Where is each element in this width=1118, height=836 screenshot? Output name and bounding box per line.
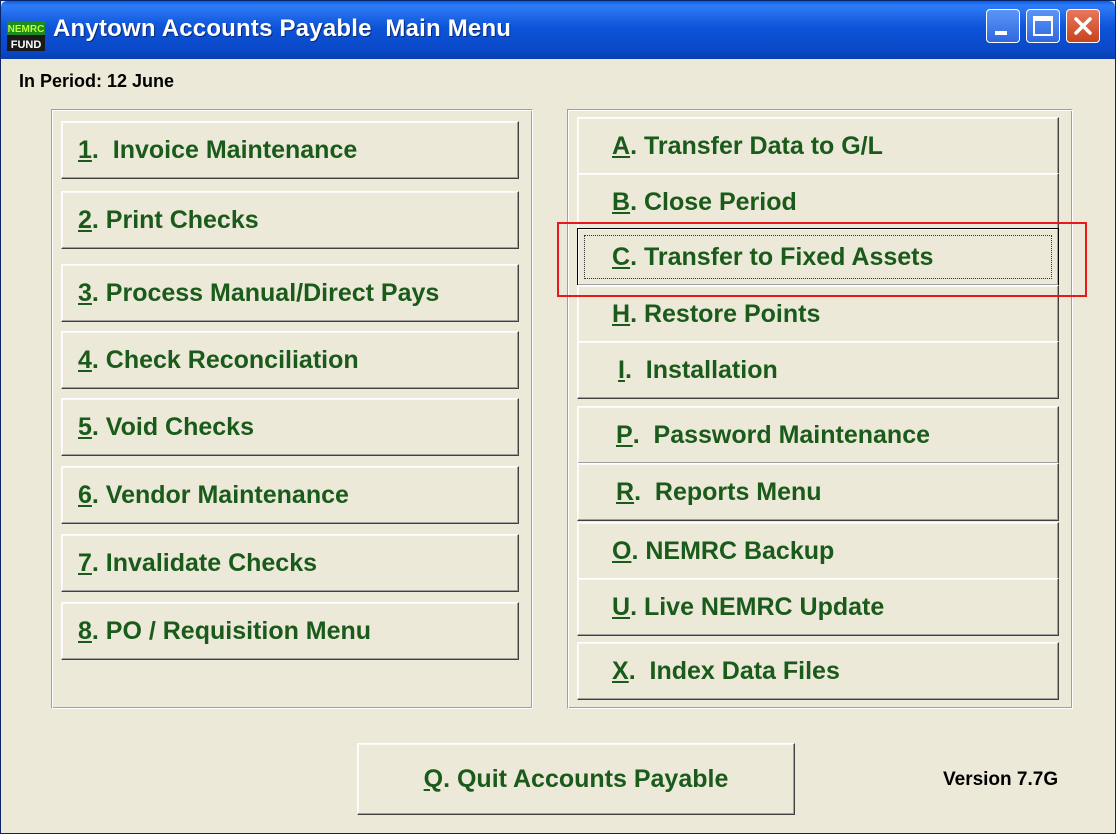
menu-button-void-checks[interactable]: 5. Void Checks	[61, 398, 519, 456]
menu-button-index-data-files[interactable]: X. Index Data Files	[577, 642, 1059, 700]
quit-accounts-payable-button[interactable]: Q. Quit Accounts Payable	[357, 743, 795, 815]
maximize-button[interactable]	[1026, 9, 1060, 43]
highlight-annotation-box	[557, 222, 1087, 297]
menu-button-po-requisition-menu[interactable]: 8. PO / Requisition Menu	[61, 602, 519, 660]
close-button[interactable]	[1066, 9, 1100, 43]
menu-button-vendor-maintenance[interactable]: 6. Vendor Maintenance	[61, 466, 519, 524]
title-bar[interactable]: NEMRC FUND Anytown Accounts Payable Main…	[1, 1, 1115, 59]
svg-text:NEMRC: NEMRC	[8, 24, 45, 35]
menu-button-live-nemrc-update[interactable]: U. Live NEMRC Update	[577, 578, 1059, 636]
main-menu-window: NEMRC FUND Anytown Accounts Payable Main…	[0, 0, 1116, 834]
menu-button-nemrc-backup[interactable]: O. NEMRC Backup	[577, 522, 1059, 580]
menu-button-print-checks[interactable]: 2. Print Checks	[61, 191, 519, 249]
period-label: In Period: 12 June	[19, 71, 175, 91]
close-icon	[1074, 17, 1092, 35]
window-title: Anytown Accounts Payable Main Menu	[53, 15, 512, 42]
menu-button-invoice-maintenance[interactable]: 1. Invoice Maintenance	[61, 121, 519, 179]
version-label: Version 7.7G	[943, 769, 1059, 790]
menu-button-check-reconciliation[interactable]: 4. Check Reconciliation	[61, 331, 519, 389]
menu-button-password-maintenance[interactable]: P. Password Maintenance	[577, 406, 1059, 464]
menu-button-invalidate-checks[interactable]: 7. Invalidate Checks	[61, 534, 519, 592]
minimize-icon	[995, 31, 1007, 35]
maximize-icon	[1033, 16, 1053, 36]
minimize-button[interactable]	[986, 9, 1020, 43]
svg-text:FUND: FUND	[11, 39, 42, 51]
nemrc-fund-app-icon: NEMRC FUND	[7, 21, 45, 51]
menu-button-process-manual-direct-pays[interactable]: 3. Process Manual/Direct Pays	[61, 264, 519, 322]
menu-button-transfer-data-to-gl[interactable]: A. Transfer Data to G/L	[577, 117, 1059, 175]
menu-button-reports-menu[interactable]: R. Reports Menu	[577, 463, 1059, 521]
menu-button-installation[interactable]: I. Installation	[577, 341, 1059, 399]
